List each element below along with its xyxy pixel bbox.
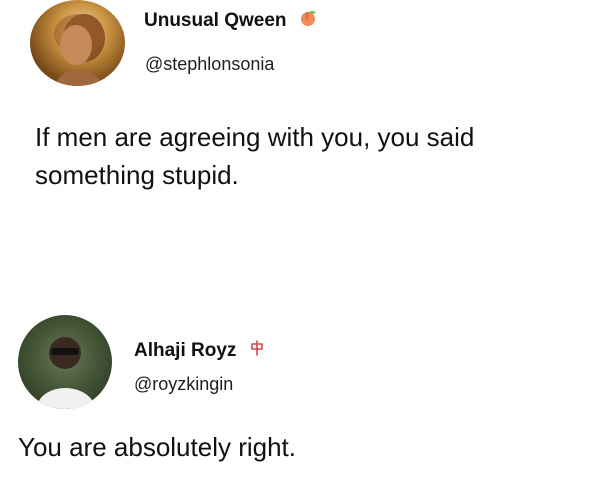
tweet-reply: Alhaji Royz @royzkingin You are absolute… [0, 300, 600, 495]
avatar-portrait-icon [36, 337, 96, 409]
peach-icon [298, 8, 318, 34]
tweet-original: Unusual Qween @stephlonsonia If men are … [0, 0, 600, 250]
avatar[interactable] [30, 0, 125, 86]
avatar[interactable] [18, 315, 112, 409]
symbol-icon [248, 339, 266, 363]
user-handle[interactable]: @stephlonsonia [145, 53, 274, 75]
tweet-text: If men are agreeing with you, you said s… [35, 122, 475, 190]
user-handle[interactable]: @royzkingin [134, 373, 233, 395]
display-name[interactable]: Alhaji Royz [134, 339, 266, 363]
avatar-portrait-icon [54, 14, 105, 86]
display-name[interactable]: Unusual Qween [144, 8, 318, 34]
tweet-text: You are absolutely right. [18, 432, 297, 462]
display-name-label: Alhaji Royz [134, 340, 237, 362]
display-name-label: Unusual Qween [144, 10, 287, 32]
